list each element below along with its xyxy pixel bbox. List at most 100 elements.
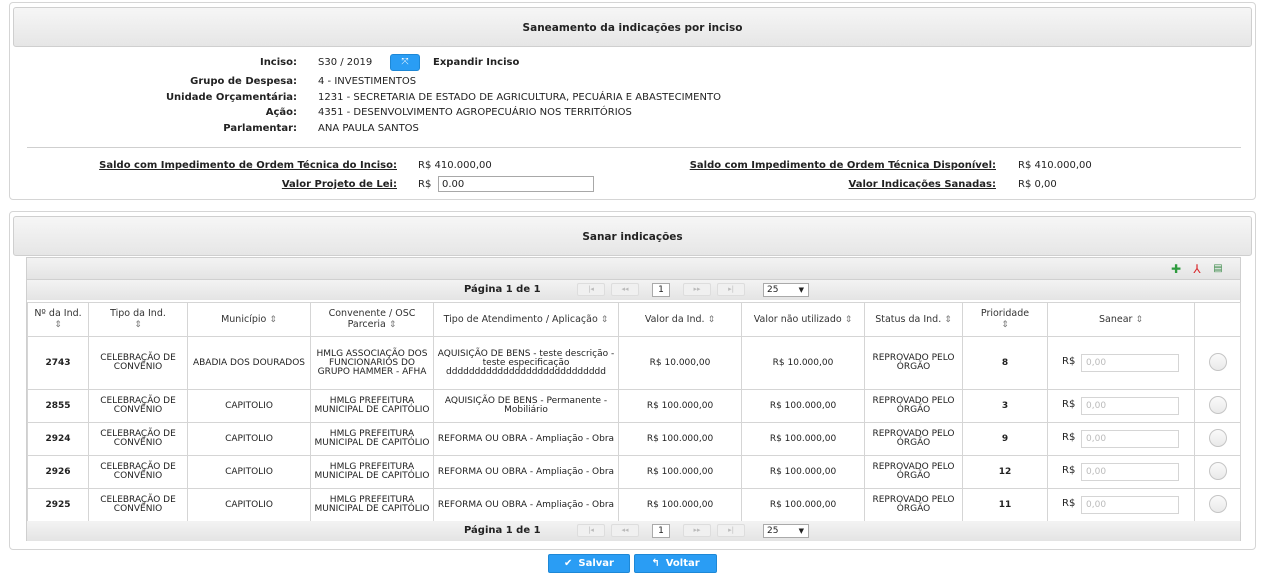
sort-icon: ⇕ — [844, 314, 853, 325]
print-icon[interactable]: ▤ — [1211, 262, 1225, 276]
saldo-inciso-label: Saldo com Impedimento de Ordem Técnica d… — [99, 160, 397, 171]
cell-atendimento: REFORMA OU OBRA - Ampliação - Obra — [433, 488, 619, 522]
col-header-valor[interactable]: Valor da Ind. ⇕ — [618, 302, 742, 337]
row-select-radio[interactable] — [1208, 461, 1227, 480]
sanear-value-input[interactable]: 0,00 — [1081, 354, 1179, 372]
parlamentar-label: Parlamentar: — [223, 123, 297, 134]
inciso-label: Inciso: — [259, 57, 297, 68]
cell-select — [1194, 488, 1241, 522]
col-header-convenente[interactable]: Convenente / OSC Parceria ⇕ — [310, 302, 434, 337]
valor-projeto-label: Valor Projeto de Lei: — [281, 179, 397, 190]
chevron-down-icon: ▼ — [798, 286, 804, 294]
first-page-button[interactable]: |◂ — [577, 524, 605, 537]
first-page-button[interactable]: |◂ — [577, 283, 605, 296]
currency-prefix: R$ — [1062, 399, 1076, 410]
saldo-inciso-value: R$ 410.000,00 — [418, 160, 492, 171]
cell-status[interactable]: REPROVADO PELO ÓRGÃO — [864, 336, 963, 390]
cell-status[interactable]: REPROVADO PELO ÓRGÃO — [864, 488, 963, 522]
cell-num: 2743 — [27, 336, 89, 390]
col-header-municipio[interactable]: Município ⇕ — [187, 302, 311, 337]
unidade-orcamentaria-row: Unidade Orçamentária: 1231 - SECRETARIA … — [10, 90, 910, 105]
cell-convenente: HMLG PREFEITURA MUNICIPAL DE CAPITÓLIO — [310, 488, 434, 522]
col-header-prioridade[interactable]: Prioridade ⇕ — [962, 302, 1048, 337]
row-select-radio[interactable] — [1208, 494, 1227, 513]
table-row[interactable]: 2924 CELEBRAÇÃO DE CONVÊNIO CAPITOLIO HMLG … — [27, 422, 1241, 456]
rows-per-page-select[interactable]: 25 ▼ — [763, 524, 809, 538]
sort-icon: ⇕ — [54, 320, 62, 330]
cell-status[interactable]: REPROVADO PELO ÓRGÃO — [864, 422, 963, 456]
cell-prioridade: 9 — [962, 422, 1048, 456]
unidade-orcamentaria-label: Unidade Orçamentária: — [165, 92, 297, 103]
cell-num: 2926 — [27, 455, 89, 489]
cell-convenente: HMLG PREFEITURA MUNICIPAL DE CAPITÓLIO — [310, 389, 434, 423]
save-button[interactable]: ✔ Salvar — [548, 554, 630, 573]
table-header-row: Nº da Ind. ⇕ Tipo da Ind. ⇕ Município ⇕ Co… — [27, 302, 1241, 337]
cell-status[interactable]: REPROVADO PELO ÓRGÃO — [864, 389, 963, 423]
inciso-value: S30 / 2019 — [318, 57, 373, 68]
currency-prefix: R$ — [1062, 356, 1076, 367]
cell-valor: R$ 100.000,00 — [618, 455, 742, 489]
next-page-button[interactable]: ▸▸ — [683, 283, 711, 296]
expand-icon: ⤧ — [401, 57, 409, 67]
row-select-radio[interactable] — [1208, 428, 1227, 447]
table-row[interactable]: 2926 CELEBRAÇÃO DE CONVÊNIO CAPITOLIO HMLG … — [27, 455, 1241, 489]
cell-convenente: HMLG PREFEITURA MUNICIPAL DE CAPITÓLIO — [310, 422, 434, 456]
page-number-button[interactable]: 1 — [652, 283, 670, 297]
prev-page-button[interactable]: ◂◂ — [611, 283, 639, 296]
col-header-nao-utilizado[interactable]: Valor não utilizado ⇕ — [741, 302, 865, 337]
valor-sanadas-label: Valor Indicações Sanadas: — [848, 179, 996, 190]
cell-prioridade: 3 — [962, 389, 1048, 423]
rows-per-page-select[interactable]: 25 ▼ — [763, 283, 809, 297]
inciso-row: Inciso: S30 / 2019 ⤧ Expandir Inciso — [10, 54, 810, 71]
prev-page-button[interactable]: ◂◂ — [611, 524, 639, 537]
table-row[interactable]: 2855 CELEBRAÇÃO DE CONVÊNIO CAPITOLIO HMLG … — [27, 389, 1241, 423]
col-header-num[interactable]: Nº da Ind. ⇕ — [27, 302, 89, 337]
cell-select — [1194, 422, 1241, 456]
sort-icon: ⇕ — [707, 314, 716, 325]
last-page-button[interactable]: ▸| — [717, 283, 745, 296]
col-header-tipo[interactable]: Tipo da Ind. ⇕ — [88, 302, 188, 337]
export-toolbar: ✚ ⅄ ▤ — [27, 258, 1240, 280]
sanear-value-input[interactable]: 0,00 — [1081, 430, 1179, 448]
col-header-label: Nº da Ind. — [34, 308, 82, 319]
row-select-radio[interactable] — [1208, 352, 1227, 371]
col-header-status[interactable]: Status da Ind. ⇕ — [864, 302, 963, 337]
back-button[interactable]: ↰ Voltar — [634, 554, 717, 573]
pdf-icon[interactable]: ⅄ — [1190, 262, 1204, 276]
cell-tipo: CELEBRAÇÃO DE CONVÊNIO — [88, 389, 188, 423]
saldo-disponivel-value: R$ 410.000,00 — [1018, 160, 1092, 171]
sanear-value-input[interactable]: 0,00 — [1081, 496, 1179, 514]
cell-status[interactable]: REPROVADO PELO ÓRGÃO — [864, 455, 963, 489]
sanear-value-input[interactable]: 0,00 — [1081, 463, 1179, 481]
cell-sanear: R$ 0,00 — [1047, 336, 1195, 390]
table-row[interactable]: 2925 CELEBRAÇÃO DE CONVÊNIO CAPITOLIO HMLG … — [27, 488, 1241, 522]
sanar-title: Sanar indicações — [13, 216, 1252, 256]
cell-atendimento: AQUISIÇÃO DE BENS - Permanente - Mobiliá… — [433, 389, 619, 423]
rows-per-page-value: 25 — [767, 285, 779, 295]
chevron-down-icon: ▼ — [798, 527, 804, 535]
expand-inciso-button[interactable]: ⤧ — [390, 54, 420, 71]
saldo-disponivel-label: Saldo com Impedimento de Ordem Técnica D… — [689, 160, 996, 171]
cell-tipo: CELEBRAÇÃO DE CONVÊNIO — [88, 422, 188, 456]
cell-valor: R$ 100.000,00 — [618, 488, 742, 522]
row-select-radio[interactable] — [1208, 395, 1227, 414]
saneamento-title: Saneamento da indicações por inciso — [13, 7, 1252, 47]
col-header-label: Município — [221, 313, 267, 325]
cell-valor: R$ 100.000,00 — [618, 422, 742, 456]
cell-municipio: CAPITOLIO — [187, 455, 311, 489]
excel-icon[interactable]: ✚ — [1169, 262, 1183, 276]
last-page-button[interactable]: ▸| — [717, 524, 745, 537]
cell-select — [1194, 336, 1241, 390]
table-row[interactable]: 2743 CELEBRAÇÃO DE CONVÊNIO ABADIA DOS DOU… — [27, 336, 1241, 390]
expand-inciso-label[interactable]: Expandir Inciso — [433, 55, 519, 70]
valor-projeto-input[interactable] — [438, 176, 594, 192]
sanear-value-input[interactable]: 0,00 — [1081, 397, 1179, 415]
cell-prioridade: 8 — [962, 336, 1048, 390]
next-page-button[interactable]: ▸▸ — [683, 524, 711, 537]
paginator-current: Página 1 de 1 — [464, 284, 541, 295]
col-header-atendimento[interactable]: Tipo de Atendimento / Aplicação ⇕ — [433, 302, 619, 337]
cell-sanear: R$ 0,00 — [1047, 455, 1195, 489]
col-header-sanear[interactable]: Sanear ⇕ — [1047, 302, 1195, 337]
page-number-button[interactable]: 1 — [652, 524, 670, 538]
cell-select — [1194, 389, 1241, 423]
